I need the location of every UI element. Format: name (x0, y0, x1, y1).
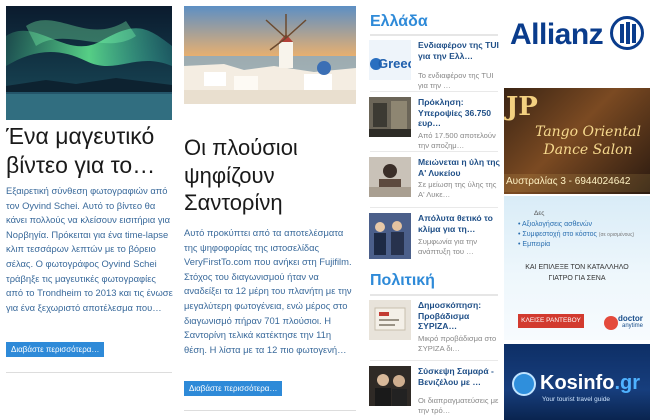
news-snippet: Σε μείωση της ύλης της Α' Λυκε… (418, 180, 497, 199)
article-excerpt: Αυτό προκύπτει από τα αποτελέσματα της ψ… (184, 227, 352, 355)
doctor-bullet: Εμπειρία (522, 241, 551, 248)
doctor-brand-sub: anytime (622, 323, 644, 329)
allianz-ad[interactable]: Allianz (504, 0, 650, 86)
tango-ad[interactable]: JP Tango Oriental Dance Salon Αυστραλίας… (504, 88, 650, 194)
doctor-anytime-ad[interactable]: Δες • Αξιολογήσεις ασθενών • Συμφεστοχή … (504, 196, 650, 340)
ads-column: Allianz JP Tango Oriental Dance Salon Αυ… (504, 0, 650, 420)
news-snippet: Το ενδιαφέρον της TUI για την … (418, 71, 494, 90)
doctor-tagline-2: ΓΙΑΤΡΟ ΓΙΑ ΣΕΝΑ (548, 275, 606, 282)
kosinfo-ad[interactable]: Kosinfo.gr Your tourist travel guide (504, 344, 650, 420)
article-card-2: Οι πλούσιοι ψηφίζουν Σαντορίνη Αυτό προκ… (180, 0, 358, 420)
section-rule (370, 294, 498, 296)
doctor-header: Δες (534, 210, 545, 217)
news-title[interactable]: Ενδιαφέρον της TUI για την Ελλ… (418, 40, 502, 61)
news-item[interactable]: Δημοσκόπηση: Προβάδισμα ΣΥΡΙΖΑ… Μικρό πρ… (369, 300, 502, 353)
news-snippet: Οι διαπραγματεύσεις με την τρό… (418, 396, 499, 415)
news-snippet: Συμφωνία για την ανάπτυξη του … (418, 237, 478, 256)
section-title-greece[interactable]: Ελλάδα (370, 13, 428, 31)
news-title[interactable]: Μειώνεται η ύλη της Α' Λυκείου (418, 157, 502, 178)
news-item[interactable]: Greece Ενδιαφέρον της TUI για την Ελλ… Τ… (369, 40, 502, 90)
news-item[interactable]: Απόλυτα θετικό το κλίμα για τη… Συμφωνία… (369, 213, 501, 259)
book-appointment-button[interactable]: ΚΛΕΙΣΕ ΡΑΝΤΕΒΟΥ (518, 314, 584, 328)
doctor-bullet-note: (σε ορισμένους) (598, 232, 635, 238)
kosinfo-tagline: Your tourist travel guide (542, 396, 611, 403)
news-thumbnail[interactable] (369, 366, 411, 406)
tango-line1: Tango Oriental (535, 124, 641, 140)
news-sidebar: Ελλάδα Greece Ενδιαφέρον της TUI για την… (364, 0, 502, 420)
article-card-1: Ένα μαγευτικό βίντεο για το… Εξαιρετική … (0, 0, 178, 420)
divider (370, 151, 498, 152)
allianz-logo-text: Allianz (510, 18, 604, 51)
doctor-tagline-1: ΚΑΙ ΕΠΙΛΕΞΕ ΤΟΝ ΚΑΤΑΛΛΗΛΟ (525, 264, 629, 271)
doctor-bullet: Συμφεστοχή στο κόστος (522, 231, 597, 238)
kosinfo-brand: Kosinfo (540, 372, 615, 394)
kosinfo-globe-icon (512, 372, 536, 396)
doctor-bullets: • Αξιολογήσεις ασθενών • Συμφεστοχή στο … (518, 221, 635, 248)
doctor-bullet: Αξιολογήσεις ασθενών (522, 221, 592, 228)
article-excerpt: Εξαιρετική σύνθεση φωτογραφιών από τον O… (6, 185, 173, 313)
news-thumbnail[interactable] (369, 300, 411, 340)
news-snippet: Μικρό προβάδισμα στο ΣΥΡΙΖΑ δι… (418, 334, 497, 353)
divider (184, 410, 356, 411)
article-title[interactable]: Ένα μαγευτικό βίντεο για το… (6, 122, 176, 180)
news-title[interactable]: Απόλυτα θετικό το κλίμα για τη… (418, 213, 502, 234)
section-rule (370, 34, 498, 36)
article-title[interactable]: Οι πλούσιοι ψηφίζουν Σαντορίνη (184, 134, 358, 217)
tango-monogram: JP (506, 92, 538, 122)
news-title[interactable]: Σύσκεψη Σαμαρά - Βενιζέλου με … (418, 366, 502, 387)
divider (370, 360, 498, 361)
read-more-button[interactable]: Διαβάστε περισσότερα… (6, 342, 105, 357)
aurora-image[interactable] (6, 6, 172, 120)
news-item[interactable]: Σύσκεψη Σαμαρά - Βενιζέλου με … Οι διαπρ… (369, 366, 502, 415)
tango-line2: Dance Salon (543, 142, 633, 158)
allianz-emblem-icon (610, 16, 644, 50)
santorini-image[interactable] (184, 6, 356, 104)
greece-logo-text: Greece (378, 56, 411, 71)
divider (370, 91, 498, 92)
news-thumbnail[interactable] (369, 157, 411, 197)
tango-address: Αυστραλίας 3 - 6944024642 (506, 176, 631, 187)
section-title-politics[interactable]: Πολιτική (370, 272, 435, 290)
read-more-button[interactable]: Διαβάστε περισσότερα… (184, 381, 283, 396)
doctor-logo-icon (604, 316, 618, 330)
news-thumbnail[interactable]: Greece (369, 40, 411, 80)
doctor-brand: doctor (618, 314, 643, 323)
news-snippet: Από 17.500 αποτελούν την αποζημ… (418, 131, 496, 150)
divider (6, 372, 172, 373)
kosinfo-logo-text: Kosinfo.gr (540, 372, 640, 395)
news-thumbnail[interactable] (369, 213, 411, 259)
news-thumbnail[interactable] (369, 97, 411, 137)
news-item[interactable]: Πρόκληση: Υπεροψίες 36.750 ευρ… Από 17.5… (369, 97, 502, 150)
news-item[interactable]: Μειώνεται η ύλη της Α' Λυκείου Σε μείωση… (369, 157, 501, 203)
divider (370, 207, 498, 208)
news-title[interactable]: Πρόκληση: Υπεροψίες 36.750 ευρ… (418, 97, 502, 129)
kosinfo-tld: .gr (614, 372, 640, 394)
news-title[interactable]: Δημοσκόπηση: Προβάδισμα ΣΥΡΙΖΑ… (418, 300, 502, 332)
